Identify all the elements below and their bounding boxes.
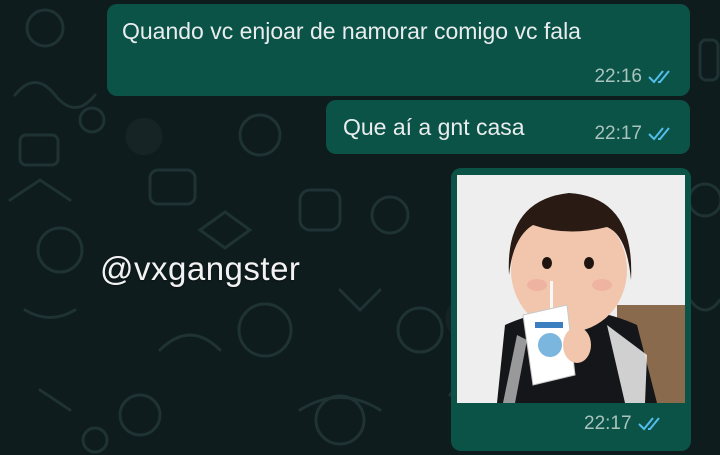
message-meta: 22:16 xyxy=(594,66,676,88)
message-photo[interactable] xyxy=(457,175,685,403)
message-time: 22:17 xyxy=(594,123,642,144)
double-check-icon xyxy=(648,70,670,84)
outgoing-message-bubble[interactable]: Quando vc enjoar de namorar comigo vc fa… xyxy=(107,4,690,96)
double-check-icon xyxy=(637,417,660,431)
message-time: 22:16 xyxy=(594,66,642,87)
message-time: 22:17 xyxy=(584,413,632,434)
outgoing-message-bubble[interactable]: Que aí a gnt casa 22:17 xyxy=(326,100,690,154)
message-meta: 22:17 xyxy=(594,123,676,145)
message-meta: 22:17 xyxy=(584,413,666,435)
toddler-drinking-milk-carton-image xyxy=(457,175,685,403)
watermark-handle: @vxgangster xyxy=(100,250,301,287)
double-check-icon xyxy=(648,127,670,141)
message-text: Quando vc enjoar de namorar comigo vc fa… xyxy=(122,18,581,44)
